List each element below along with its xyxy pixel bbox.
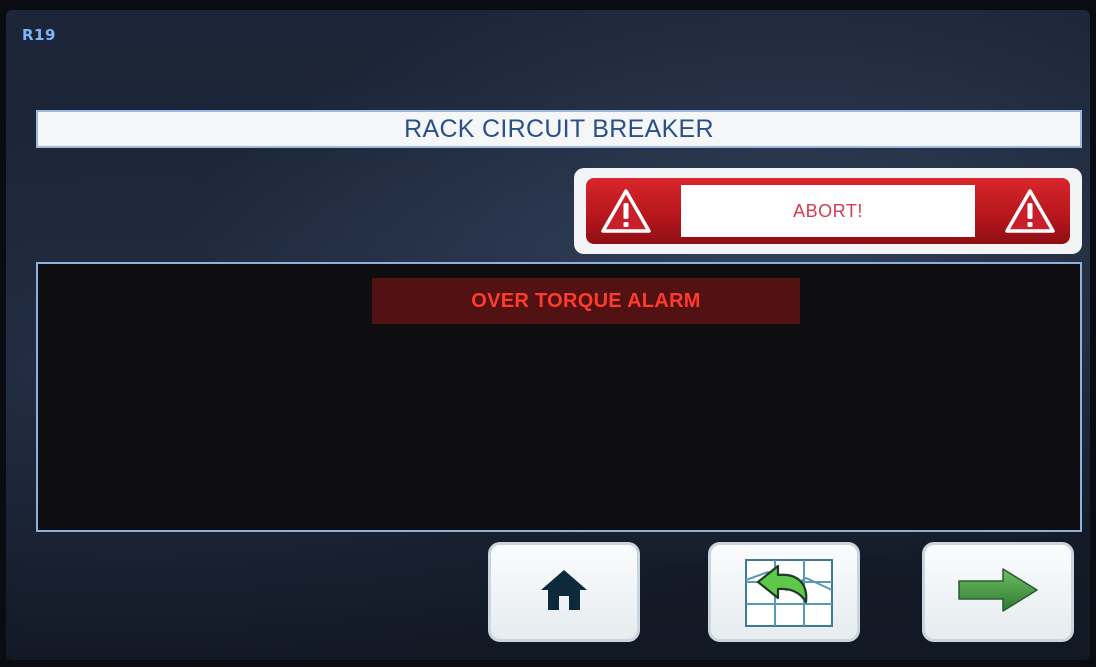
screen-id-label: R19: [22, 26, 56, 44]
title-bar: RACK CIRCUIT BREAKER: [36, 110, 1082, 148]
alarm-message: OVER TORQUE ALARM: [471, 289, 701, 312]
right-arrow-icon: [955, 565, 1041, 619]
back-to-menu-icon: [728, 550, 840, 634]
abort-label: ABORT!: [793, 200, 863, 221]
message-panel: OVER TORQUE ALARM: [36, 262, 1082, 532]
abort-label-box: ABORT!: [681, 185, 975, 237]
hmi-screen: R19 RACK CIRCUIT BREAKER ABORT! OVER TOR…: [6, 10, 1090, 660]
abort-status-indicator: ABORT!: [574, 168, 1082, 254]
home-icon: [537, 566, 591, 618]
alarm-message-box: OVER TORQUE ALARM: [372, 278, 800, 324]
page-title: RACK CIRCUIT BREAKER: [404, 114, 714, 143]
back-to-menu-button[interactable]: [708, 542, 860, 642]
warning-triangle-icon: [596, 183, 656, 239]
abort-banner: ABORT!: [586, 178, 1070, 244]
next-button[interactable]: [922, 542, 1074, 642]
home-button[interactable]: [488, 542, 640, 642]
warning-triangle-icon: [1000, 183, 1060, 239]
